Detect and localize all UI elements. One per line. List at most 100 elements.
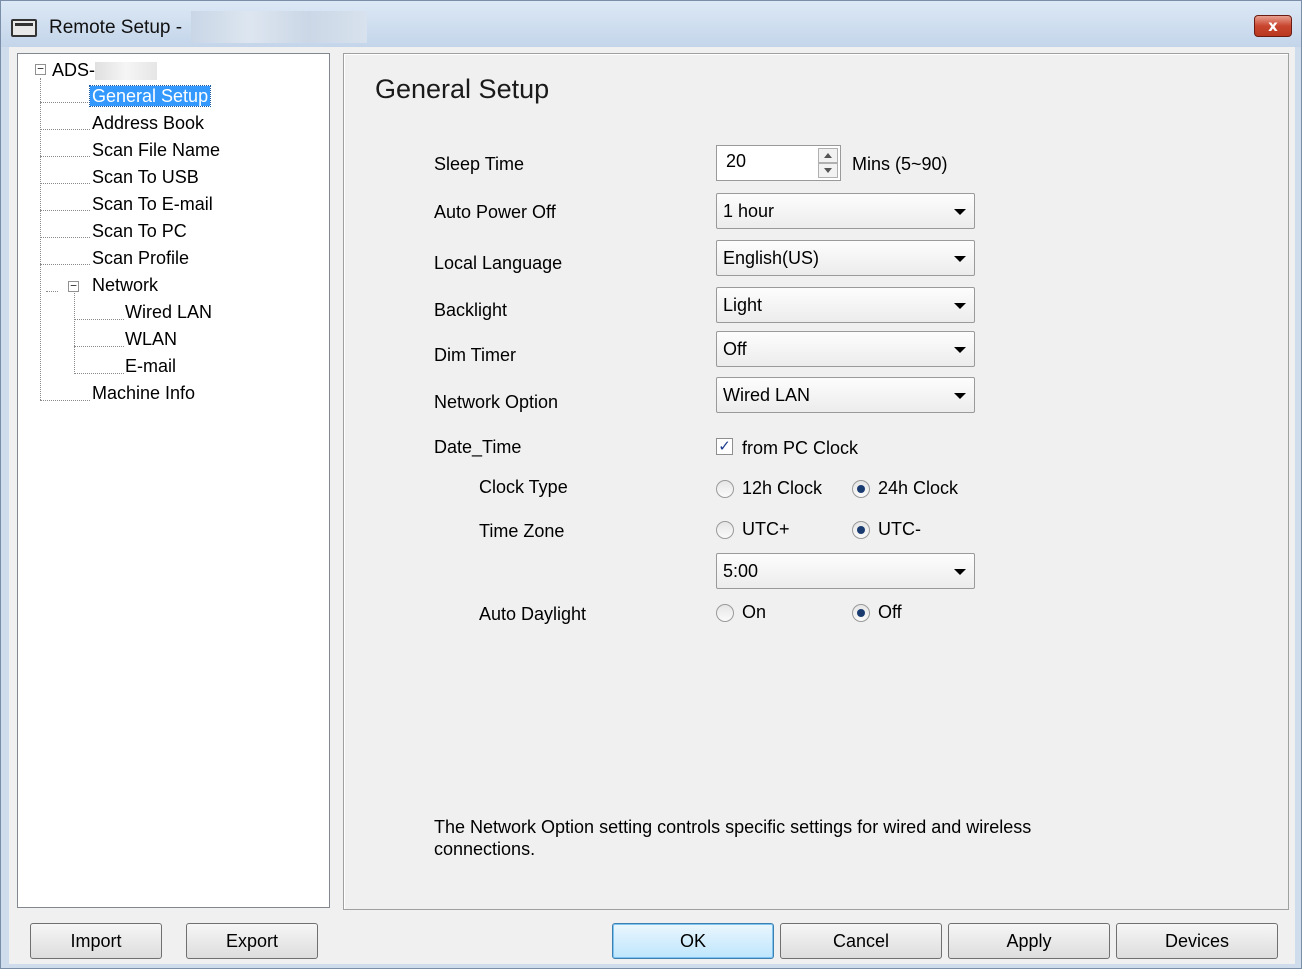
tree-line bbox=[40, 237, 90, 238]
tree-item-email[interactable]: E-mail bbox=[123, 354, 178, 378]
ok-button[interactable]: OK bbox=[612, 923, 774, 959]
tree-item-scan-to-email[interactable]: Scan To E-mail bbox=[90, 192, 215, 216]
local-language-label: Local Language bbox=[434, 253, 563, 273]
auto-power-off-select[interactable]: 1 hour bbox=[716, 193, 975, 229]
tree-root-label: ADS- bbox=[52, 60, 96, 80]
export-button[interactable]: Export bbox=[186, 923, 318, 959]
sleep-time-unit: Mins (5~90) bbox=[852, 154, 948, 174]
apply-button[interactable]: Apply bbox=[948, 923, 1110, 959]
local-language-value: English(US) bbox=[723, 248, 820, 268]
tree-root[interactable]: ADS- bbox=[52, 58, 158, 82]
sleep-time-stepper[interactable]: 20 bbox=[716, 145, 841, 181]
tree-line bbox=[46, 291, 58, 292]
tree-line bbox=[40, 400, 90, 401]
cancel-button[interactable]: Cancel bbox=[780, 923, 942, 959]
tree-item-general-setup[interactable]: General Setup bbox=[88, 84, 212, 108]
backlight-value: Light bbox=[723, 295, 763, 315]
tree-item-scan-file-name[interactable]: Scan File Name bbox=[90, 138, 222, 162]
auto-power-off-value: 1 hour bbox=[723, 201, 775, 221]
auto-daylight-off-label: Off bbox=[878, 602, 902, 622]
utc-plus-radio[interactable] bbox=[716, 521, 734, 539]
tree-item-scan-to-usb[interactable]: Scan To USB bbox=[90, 165, 201, 189]
network-option-select[interactable]: Wired LAN bbox=[716, 377, 975, 413]
chevron-down-icon bbox=[954, 303, 966, 309]
from-pc-clock-checkbox[interactable]: ✓ bbox=[716, 438, 733, 455]
clock-24h-radio[interactable] bbox=[852, 480, 870, 498]
tree-line bbox=[40, 102, 90, 103]
tree-line bbox=[74, 346, 124, 347]
tree-item-label: Machine Info bbox=[92, 383, 196, 403]
time-zone-offset-select[interactable]: 5:00 bbox=[716, 553, 975, 589]
tree-item-label: E-mail bbox=[125, 356, 177, 376]
tree-item-address-book[interactable]: Address Book bbox=[90, 111, 206, 135]
redacted-device-name bbox=[191, 11, 367, 43]
tree-line bbox=[40, 156, 90, 157]
tree-item-machine-info[interactable]: Machine Info bbox=[90, 381, 197, 405]
general-setup-panel: General Setup Sleep Time 20 Mins (5~90) … bbox=[343, 53, 1289, 910]
chevron-down-icon bbox=[954, 347, 966, 353]
utc-minus-radio[interactable] bbox=[852, 521, 870, 539]
tree-item-scan-to-pc[interactable]: Scan To PC bbox=[90, 219, 189, 243]
dim-timer-value: Off bbox=[723, 339, 747, 359]
remote-setup-window: Remote Setup - x − ADS- General Setup Ad… bbox=[0, 0, 1302, 969]
tree-line bbox=[74, 319, 124, 320]
tree-line bbox=[74, 288, 75, 374]
chevron-down-icon bbox=[954, 209, 966, 215]
printer-icon bbox=[11, 19, 37, 37]
auto-daylight-on-label: On bbox=[742, 602, 767, 622]
from-pc-clock-label: from PC Clock bbox=[742, 438, 859, 458]
time-zone-label: Time Zone bbox=[479, 521, 565, 541]
tree-item-wired-lan[interactable]: Wired LAN bbox=[123, 300, 214, 324]
tree-item-network[interactable]: Network bbox=[90, 273, 160, 297]
chevron-down-icon bbox=[954, 393, 966, 399]
import-button[interactable]: Import bbox=[30, 923, 162, 959]
tree-item-label: Scan Profile bbox=[92, 248, 190, 268]
backlight-select[interactable]: Light bbox=[716, 287, 975, 323]
window-title: Remote Setup - bbox=[49, 17, 183, 38]
tree-item-wlan[interactable]: WLAN bbox=[123, 327, 179, 351]
time-zone-offset-value: 5:00 bbox=[723, 561, 759, 581]
tree-item-scan-profile[interactable]: Scan Profile bbox=[90, 246, 191, 270]
redacted-model bbox=[95, 62, 158, 81]
settings-tree[interactable]: − ADS- General Setup Address Book Scan F… bbox=[17, 53, 330, 908]
title-bar[interactable]: Remote Setup - x bbox=[1, 1, 1301, 47]
close-button[interactable]: x bbox=[1254, 15, 1292, 37]
chevron-down-icon bbox=[954, 256, 966, 262]
collapse-root-icon[interactable]: − bbox=[35, 63, 46, 75]
dim-timer-select[interactable]: Off bbox=[716, 331, 975, 367]
date-time-label: Date_Time bbox=[434, 437, 522, 457]
sleep-time-value: 20 bbox=[726, 151, 747, 171]
page-title: General Setup bbox=[375, 74, 550, 104]
tree-item-label: WLAN bbox=[125, 329, 178, 349]
clock-type-label: Clock Type bbox=[479, 477, 568, 497]
help-note: The Network Option setting controls spec… bbox=[434, 817, 1032, 859]
auto-daylight-on-radio[interactable] bbox=[716, 604, 734, 622]
utc-minus-label: UTC- bbox=[878, 519, 921, 539]
local-language-select[interactable]: English(US) bbox=[716, 240, 975, 276]
dim-timer-label: Dim Timer bbox=[434, 345, 516, 365]
collapse-network-icon[interactable]: − bbox=[68, 280, 79, 292]
network-option-value: Wired LAN bbox=[723, 385, 811, 405]
tree-line bbox=[74, 373, 124, 374]
clock-12h-radio[interactable] bbox=[716, 480, 734, 498]
devices-button[interactable]: Devices bbox=[1116, 923, 1278, 959]
clock-12h-label: 12h Clock bbox=[742, 478, 823, 498]
auto-daylight-off-radio[interactable] bbox=[852, 604, 870, 622]
tree-item-label: Scan To E-mail bbox=[92, 194, 213, 214]
tree-line bbox=[40, 129, 90, 130]
auto-power-off-label: Auto Power Off bbox=[434, 202, 556, 222]
tree-line bbox=[40, 264, 90, 265]
tree-item-label: Scan To PC bbox=[92, 221, 187, 241]
network-option-label: Network Option bbox=[434, 392, 559, 412]
spin-down-icon[interactable] bbox=[818, 163, 838, 178]
tree-item-label: Scan To USB bbox=[92, 167, 199, 187]
chevron-down-icon bbox=[954, 569, 966, 575]
auto-daylight-label: Auto Daylight bbox=[479, 604, 587, 624]
tree-line bbox=[40, 210, 90, 211]
spin-up-icon[interactable] bbox=[818, 148, 838, 163]
sleep-time-label: Sleep Time bbox=[434, 154, 525, 174]
tree-item-label: Network bbox=[92, 275, 159, 295]
backlight-label: Backlight bbox=[434, 300, 508, 320]
tree-item-label: General Setup bbox=[88, 85, 212, 107]
tree-item-label: Scan File Name bbox=[92, 140, 221, 160]
